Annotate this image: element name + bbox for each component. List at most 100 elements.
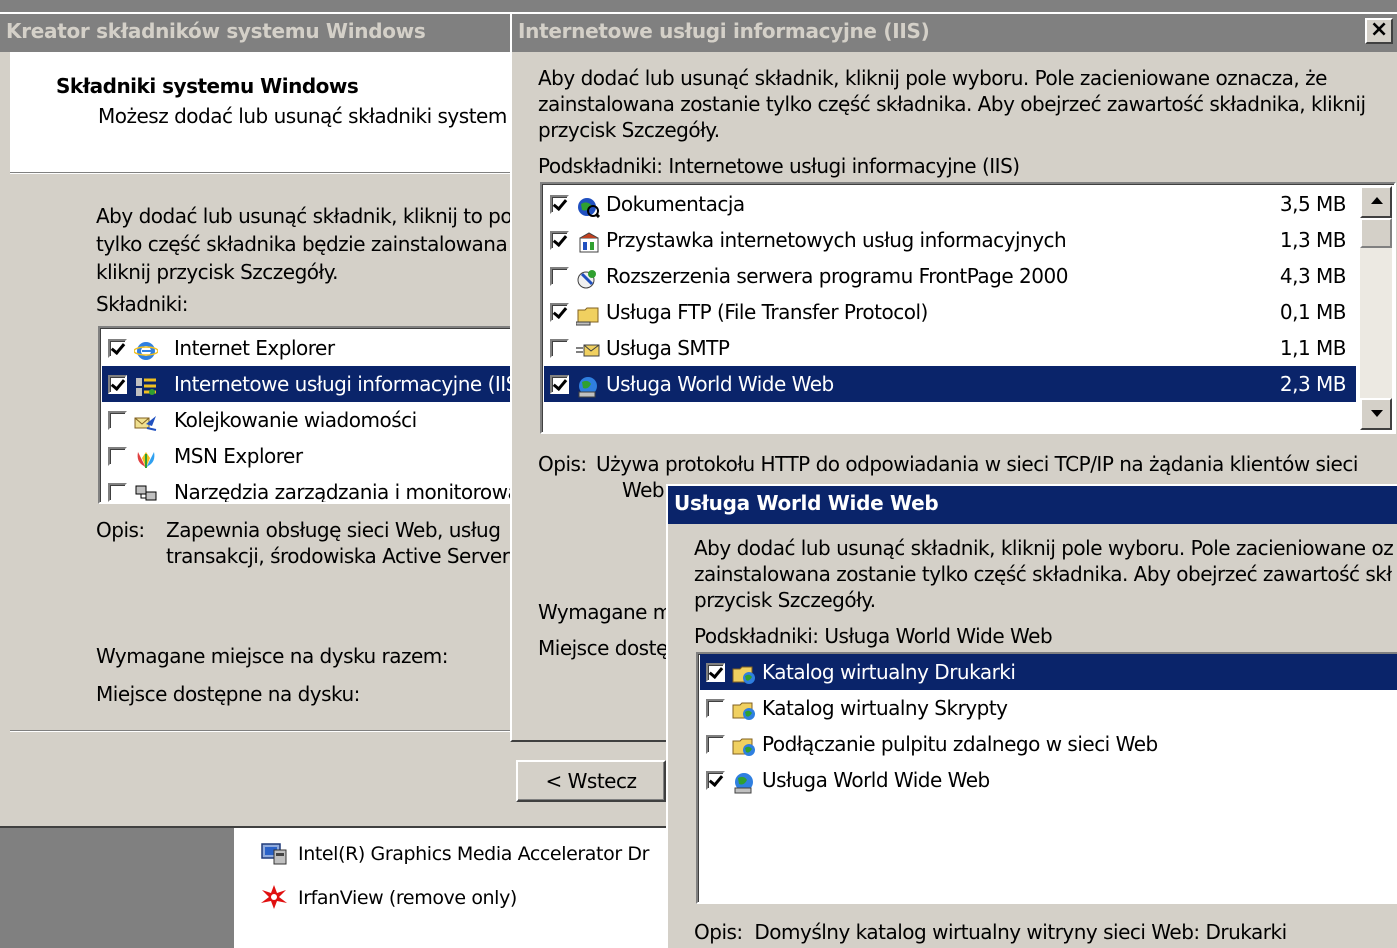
internet-explorer-icon [133,337,159,360]
www-dialog-window: Usługa World Wide Web Aby dodać lub usun… [666,484,1397,948]
subcomponent-checkbox[interactable] [706,699,725,718]
program-label: IrfanView (remove only) [298,887,517,909]
iis-desc-line: Web [622,478,665,502]
program-item[interactable]: IrfanView (remove only) [260,880,670,916]
subcomponent-checkbox[interactable] [550,231,569,250]
subcomponent-size: 1,1 MB [1279,336,1347,360]
subcomponent-label: Dokumentacja [606,192,745,216]
wizard-title: Kreator składników systemu Windows [6,19,426,43]
subcomponent-label: Rozszerzenia serwera programu FrontPage … [606,264,1068,288]
snap-in-icon [576,229,600,253]
subcomponent-row[interactable]: Usługa FTP (File Transfer Protocol) 0,1 … [544,294,1356,330]
virtual-folder-icon [732,697,756,720]
www-subcomponents-list[interactable]: Katalog wirtualny Drukarki Katalog wirtu… [696,652,1397,904]
subcomponent-size: 2,3 MB [1279,372,1347,396]
iis-subcomponents-label: Podskładniki: Internetowe usługi informa… [538,154,1020,178]
component-checkbox[interactable] [108,339,127,358]
iis-list-scrollbar[interactable] [1360,186,1392,430]
component-label: Internetowe usługi informacyjne (IIS [174,372,518,396]
subcomponent-label: Katalog wirtualny Skrypty [762,696,1008,720]
www-intro-line: zainstalowana zostanie tylko część skład… [694,562,1392,586]
smtp-mail-icon [576,337,600,359]
www-title: Usługa World Wide Web [674,491,939,515]
wizard-header-subtitle: Możesz dodać lub usunąć składniki system [98,104,507,128]
www-subcomponent-row-selected[interactable]: Katalog wirtualny Drukarki [700,654,1397,690]
disk-available-label: Miejsce dostępne na dysku: [96,682,360,706]
scroll-down-button[interactable] [1360,398,1392,430]
subcomponent-checkbox[interactable] [706,771,725,790]
subcomponent-checkbox[interactable] [550,267,569,286]
www-subcomponent-row[interactable]: Katalog wirtualny Skrypty [700,690,1397,726]
iis-title: Internetowe usługi informacyjne (IIS) [518,19,930,43]
wizard-desc-line: transakcji, środowiska Active Server [166,544,510,568]
component-label: Internet Explorer [174,336,335,360]
back-button[interactable]: < Wstecz [516,760,666,802]
subcomponent-row[interactable]: Rozszerzenia serwera programu FrontPage … [544,258,1356,294]
virtual-folder-icon [732,733,756,756]
www-subcomponent-row[interactable]: Usługa World Wide Web [700,762,1397,798]
wizard-intro-line: kliknij przycisk Szczegóły. [96,260,339,284]
subcomponent-label: Przystawka internetowych usług informacy… [606,228,1067,252]
component-label: Kolejkowanie wiadomości [174,408,417,432]
www-intro-line: Aby dodać lub usunąć składnik, kliknij p… [694,536,1394,560]
scroll-thumb[interactable] [1360,218,1392,248]
virtual-folder-icon [732,661,756,684]
program-label: Intel(R) Graphics Media Accelerator Dr [298,843,650,865]
iis-intro-line: Aby dodać lub usunąć składnik, kliknij p… [538,66,1327,90]
component-checkbox[interactable] [108,447,127,466]
subcomponent-label: Usługa World Wide Web [606,372,834,396]
subcomponent-label: Podłączanie pulpitu zdalnego w sieci Web [762,732,1158,756]
scroll-up-button[interactable] [1360,186,1392,218]
subcomponent-size: 1,3 MB [1279,228,1347,252]
subcomponent-row[interactable]: Przystawka internetowych usług informacy… [544,222,1356,258]
iis-desc-line: Używa protokołu HTTP do odpowiadania w s… [596,452,1358,476]
subcomponent-checkbox[interactable] [706,735,725,754]
subcomponent-size: 4,3 MB [1279,264,1347,288]
close-icon[interactable]: × [1365,18,1393,44]
documentation-icon [576,193,601,219]
iis-intro-line: przycisk Szczegóły. [538,118,720,142]
disk-required-label: Wymagane miejsce na dysku razem: [96,644,449,668]
wizard-desc-line: Zapewnia obsługę sieci Web, usług [166,518,501,542]
www-title-bar[interactable]: Usługa World Wide Web [668,486,1397,524]
subcomponent-label: Usługa World Wide Web [762,768,990,792]
www-description: Opis: Domyślny katalog wirtualny witryny… [694,920,1287,944]
wizard-desc-label: Opis: [96,518,145,542]
component-checkbox[interactable] [108,375,127,394]
www-subcomponent-row[interactable]: Podłączanie pulpitu zdalnego w sieci Web [700,726,1397,762]
subcomponent-checkbox[interactable] [550,375,569,394]
iis-desc-label: Opis: [538,452,587,476]
component-label: Narzędzia zarządzania i monitorowa [174,480,520,504]
subcomponent-row-selected[interactable]: Usługa World Wide Web 2,3 MB [544,366,1356,402]
iis-intro-line: zainstalowana zostanie tylko część skład… [538,92,1366,116]
subcomponent-size: 3,5 MB [1279,192,1347,216]
msn-butterfly-icon [134,445,158,468]
iis-subcomponents-list[interactable]: Dokumentacja 3,5 MB Przystawka interneto… [540,182,1396,434]
program-item[interactable]: Intel(R) Graphics Media Accelerator Dr [260,836,670,872]
ftp-folder-icon [575,301,600,326]
subcomponent-label: Katalog wirtualny Drukarki [762,660,1016,684]
subcomponent-checkbox[interactable] [550,195,569,214]
wizard-intro-line: tylko część składnika będzie zainstalowa… [96,232,508,256]
subcomponent-checkbox[interactable] [550,339,569,358]
subcomponent-label: Usługa SMTP [606,336,730,360]
subcomponent-row[interactable]: Dokumentacja 3,5 MB [544,186,1356,222]
iis-disk-required-label: Wymagane m [538,600,672,624]
subcomponent-label: Usługa FTP (File Transfer Protocol) [606,300,928,324]
iis-disk-available-label: Miejsce dostę [538,636,668,660]
www-globe-icon [576,373,600,398]
www-globe-icon [732,769,756,794]
wizard-intro-line: Aby dodać lub usunąć składnik, kliknij t… [96,204,513,228]
background-program-list: Intel(R) Graphics Media Accelerator Dr I… [232,824,672,948]
component-label: MSN Explorer [174,444,303,468]
iis-title-bar[interactable]: Internetowe usługi informacyjne (IIS) × [512,14,1397,52]
message-queue-icon [134,409,158,431]
subcomponent-row[interactable]: Usługa SMTP 1,1 MB [544,330,1356,366]
www-intro-line: przycisk Szczegóły. [694,588,876,612]
component-checkbox[interactable] [108,411,127,430]
subcomponent-checkbox[interactable] [706,663,725,682]
subcomponent-checkbox[interactable] [550,303,569,322]
intel-graphics-icon [260,840,288,866]
component-checkbox[interactable] [108,483,127,502]
wizard-header-title: Składniki systemu Windows [56,74,359,98]
